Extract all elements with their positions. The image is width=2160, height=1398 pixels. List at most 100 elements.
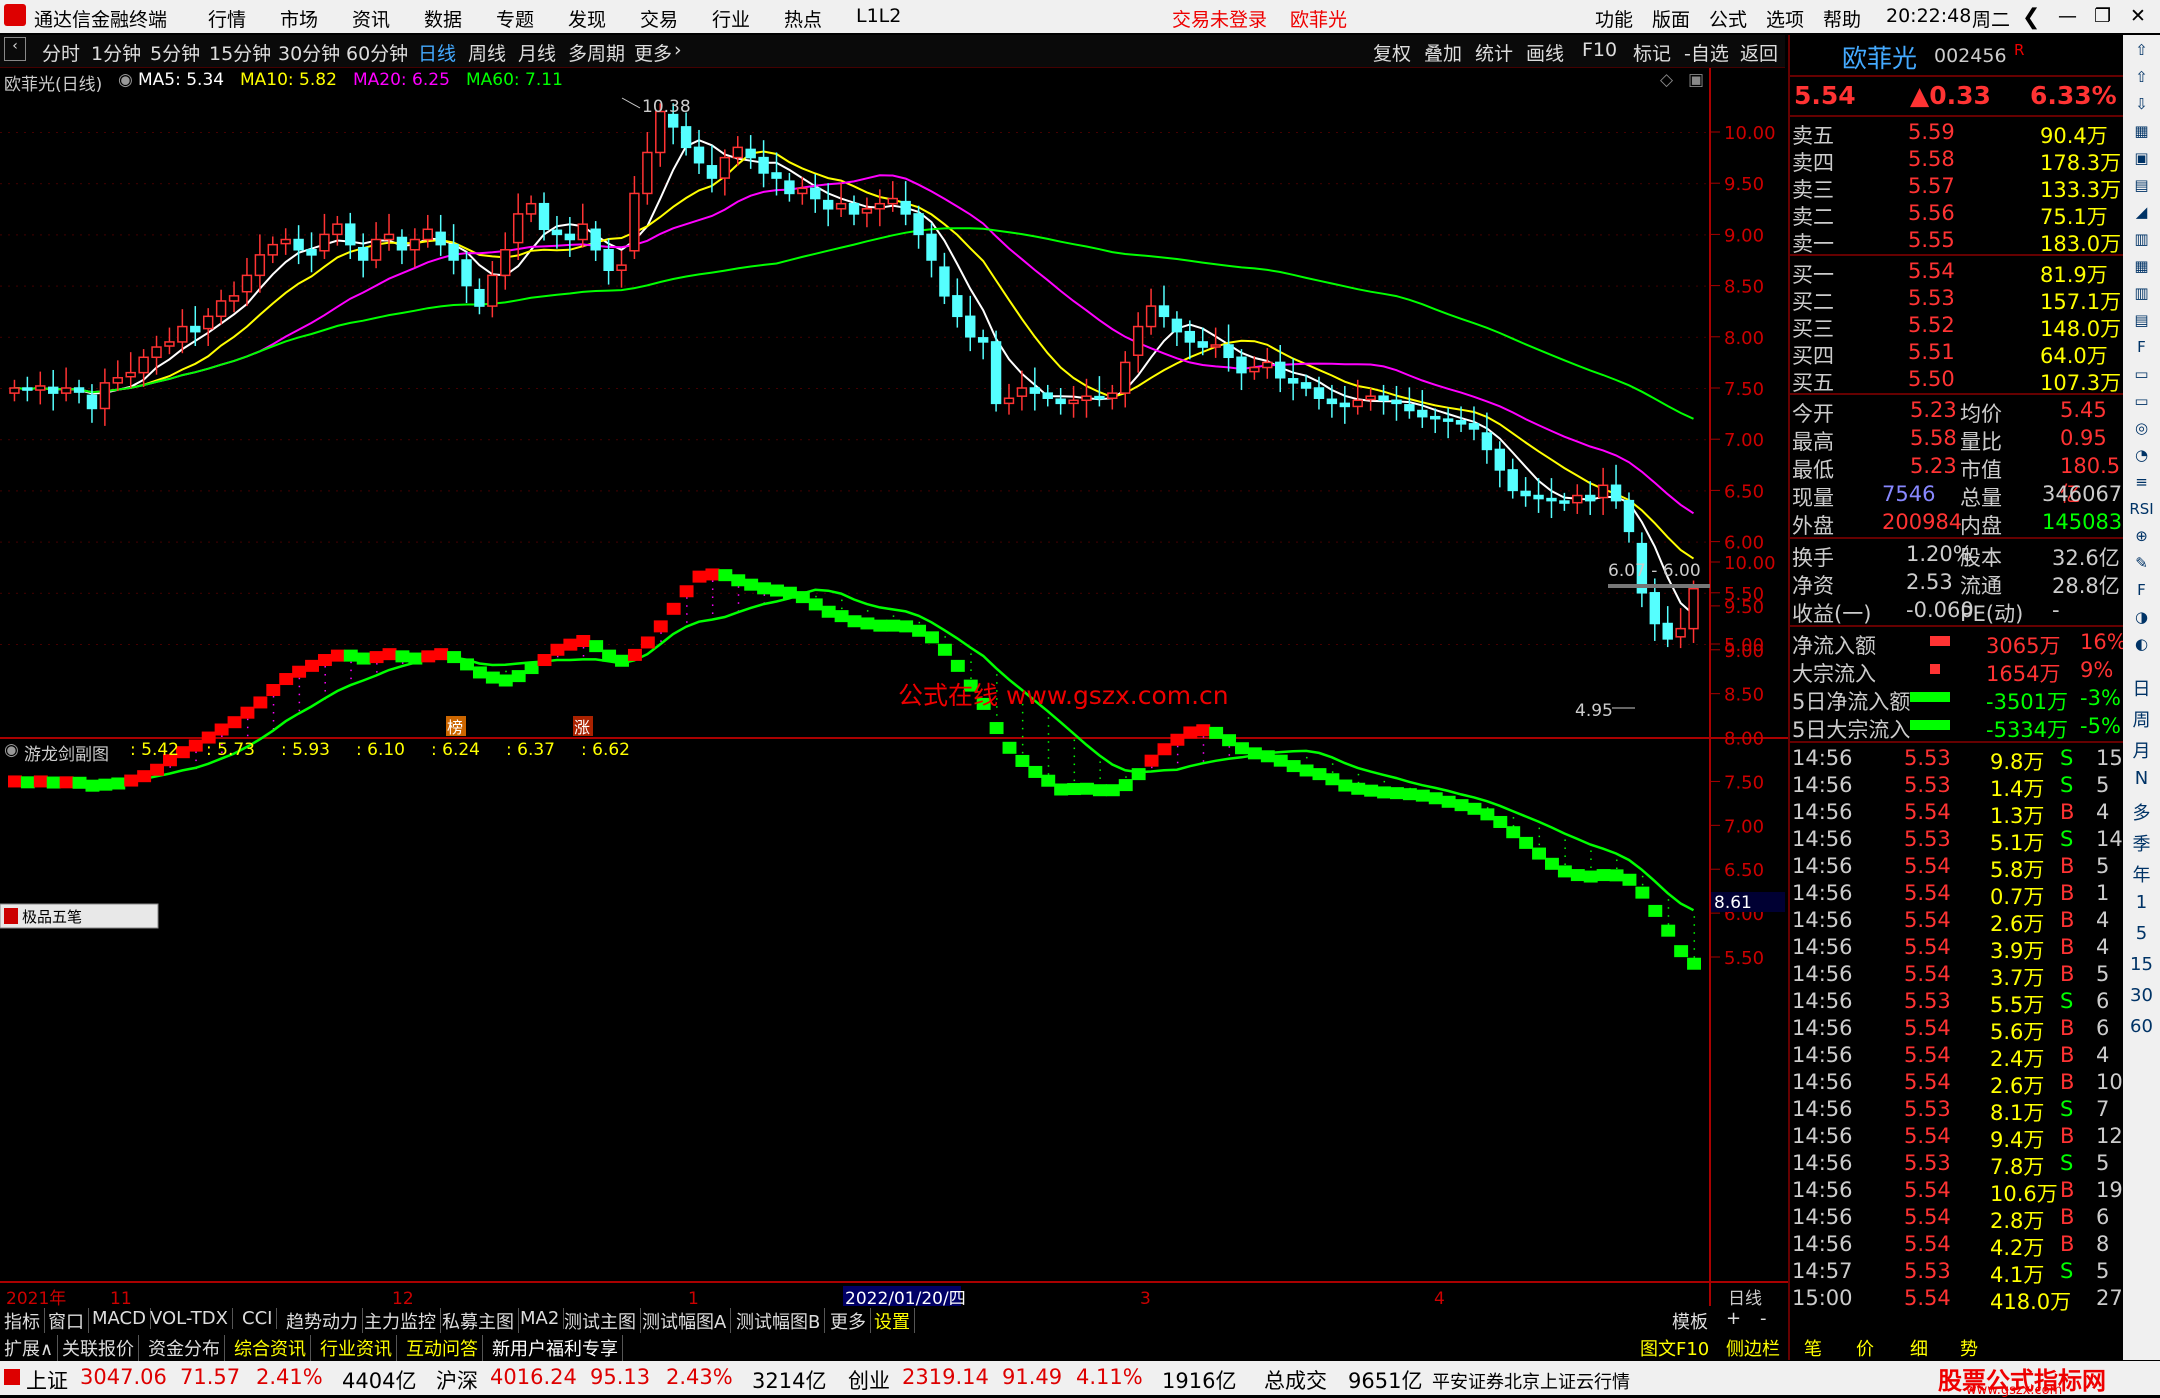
menu-xuanxiang[interactable]: 选项 <box>1766 5 1804 32</box>
sidebar-period[interactable]: 多 <box>2126 799 2157 827</box>
sh-label[interactable]: 上证 <box>26 1365 68 1395</box>
btn-fanhui[interactable]: 返回 <box>1740 39 1778 66</box>
menu-shuju[interactable]: 数据 <box>424 5 462 32</box>
sub-gear-icon[interactable]: ◉ <box>4 740 19 760</box>
sidebar-tool-icon[interactable]: ≡ <box>2126 473 2157 497</box>
indicator-tab[interactable]: 窗口 <box>44 1308 89 1334</box>
sidebar-period[interactable]: 15 <box>2126 954 2157 982</box>
menu-gongneng[interactable]: 功能 <box>1595 5 1633 32</box>
sidebar-period[interactable]: 月 <box>2126 737 2157 765</box>
extension-tab[interactable]: 新用户福利专享 <box>488 1335 623 1361</box>
indicator-tab[interactable]: MA2 <box>516 1308 565 1329</box>
sidebar-tool-icon[interactable]: ⇧ <box>2126 41 2157 65</box>
period-5min[interactable]: 5分钟 <box>150 39 200 66</box>
indicator-tab[interactable]: 主力监控 <box>360 1308 441 1334</box>
extension-tab[interactable]: 综合资讯 <box>230 1335 311 1361</box>
gear-icon[interactable]: ◉ <box>118 70 133 90</box>
sidebar-tool-icon[interactable]: ▥ <box>2126 284 2157 308</box>
period-fenshi[interactable]: 分时 <box>42 39 80 66</box>
restore-icon[interactable]: ❐ <box>2094 5 2111 27</box>
panel-tab[interactable]: 笔 <box>1800 1335 1826 1361</box>
sidebar-tool-icon[interactable]: ◔ <box>2126 446 2157 470</box>
sidebar-tool-icon[interactable]: ▣ <box>2126 149 2157 173</box>
btn-tongji[interactable]: 统计 <box>1475 39 1513 66</box>
btn-f10[interactable]: F10 <box>1582 39 1617 61</box>
menu-bangzhu[interactable]: 帮助 <box>1823 5 1861 32</box>
sidebar-tool-icon[interactable]: ▤ <box>2126 311 2157 335</box>
cy-label[interactable]: 创业 <box>848 1365 890 1395</box>
btn-huaxian[interactable]: 画线 <box>1526 39 1564 66</box>
period-60min[interactable]: 60分钟 <box>346 39 408 66</box>
diamond-icon[interactable]: ◇ <box>1660 70 1673 90</box>
menu-l1l2[interactable]: L1L2 <box>856 5 901 27</box>
sidebar-tool-icon[interactable]: ◢ <box>2126 203 2157 227</box>
period-15min[interactable]: 15分钟 <box>209 39 271 66</box>
extension-tab[interactable]: 关联报价 <box>58 1335 139 1361</box>
menu-gongshi[interactable]: 公式 <box>1709 5 1747 32</box>
indicator-tab[interactable]: 测试幅图A <box>638 1308 732 1334</box>
back-icon[interactable]: ❮ <box>2022 5 2040 30</box>
sidebar-tool-icon[interactable]: ▭ <box>2126 365 2157 389</box>
window-icon[interactable]: ▣ <box>1688 70 1704 90</box>
btn-biaoji[interactable]: 标记 <box>1633 39 1671 66</box>
minimize-icon[interactable]: — <box>2058 5 2077 27</box>
btn-diejia[interactable]: 叠加 <box>1424 39 1462 66</box>
sidebar-period[interactable]: 周 <box>2126 706 2157 734</box>
tag-zhang[interactable]: 涨 <box>574 718 590 737</box>
indicator-tab[interactable]: CCI <box>238 1308 278 1329</box>
indicator-tab[interactable]: 私募主图 <box>438 1308 519 1334</box>
close-icon[interactable]: ✕ <box>2130 5 2146 27</box>
menu-faxian[interactable]: 发现 <box>568 5 606 32</box>
indicator-tab[interactable]: 测试幅图B <box>732 1308 826 1334</box>
menu-zixun[interactable]: 资讯 <box>352 5 390 32</box>
sidebar-tool-icon[interactable]: F <box>2126 338 2157 362</box>
sidebar-tool-icon[interactable]: ▤ <box>2126 176 2157 200</box>
sidebar-tool-icon[interactable]: ◎ <box>2126 419 2157 443</box>
more-chevron-icon[interactable]: › <box>674 39 682 61</box>
menu-jiaoyi[interactable]: 交易 <box>640 5 678 32</box>
trade-status[interactable]: 交易未登录 <box>1172 5 1267 32</box>
sidebar-period[interactable]: 30 <box>2126 985 2157 1013</box>
sidebar-tool-icon[interactable]: ✎ <box>2126 554 2157 578</box>
panel-tab[interactable]: 价 <box>1852 1335 1878 1361</box>
menu-shichang[interactable]: 市场 <box>280 5 318 32</box>
period-multi[interactable]: 多周期 <box>568 39 625 66</box>
menu-banmian[interactable]: 版面 <box>1652 5 1690 32</box>
btn-fuquan[interactable]: 复权 <box>1373 39 1411 66</box>
sidebar-tool-icon[interactable]: F <box>2126 581 2157 605</box>
indicator-tab[interactable]: 更多 <box>826 1308 871 1334</box>
template-tab[interactable]: 模板 <box>1668 1308 1712 1334</box>
sidebar-period[interactable]: 日 <box>2126 675 2157 703</box>
period-month[interactable]: 月线 <box>518 39 556 66</box>
period-week[interactable]: 周线 <box>468 39 506 66</box>
extension-tab[interactable]: 扩展∧ <box>0 1335 59 1361</box>
sidebar-tool-icon[interactable]: ⇩ <box>2126 95 2157 119</box>
panel-tab[interactable]: 细 <box>1906 1335 1932 1361</box>
menu-zhuanti[interactable]: 专题 <box>496 5 534 32</box>
panel-tab[interactable]: 势 <box>1956 1335 1982 1361</box>
tag-bang[interactable]: 榜 <box>447 718 463 737</box>
indicator-tab[interactable]: 测试主图 <box>560 1308 641 1334</box>
sidebar-tool-icon[interactable]: ▦ <box>2126 122 2157 146</box>
sidebar-tool-icon[interactable]: ▥ <box>2126 230 2157 254</box>
sidebar-period[interactable]: 1 <box>2126 892 2157 920</box>
sidebar-period[interactable]: 季 <box>2126 830 2157 858</box>
sidebar-tool-icon[interactable]: ◑ <box>2126 608 2157 632</box>
indicator-tab[interactable]: VOL-TDX <box>146 1308 233 1329</box>
period-1min[interactable]: 1分钟 <box>91 39 141 66</box>
indicator-tab[interactable]: 设置 <box>870 1308 915 1334</box>
btn-zixuan[interactable]: -自选 <box>1684 39 1729 66</box>
sz-label[interactable]: 沪深 <box>436 1365 478 1395</box>
period-30min[interactable]: 30分钟 <box>278 39 340 66</box>
ime-toolbar[interactable]: 极品五笔 <box>0 903 159 929</box>
sidebar-tool-icon[interactable]: ▦ <box>2126 257 2157 281</box>
sidebar-period[interactable]: 5 <box>2126 923 2157 951</box>
panel-tab[interactable]: 图文F10 <box>1636 1335 1713 1361</box>
sidebar-tool-icon[interactable]: ⇧ <box>2126 68 2157 92</box>
add-tab[interactable]: + <box>1722 1308 1745 1329</box>
sidebar-tool-icon[interactable]: ◐ <box>2126 635 2157 659</box>
kline-chart[interactable]: 10.00 9.50 9.00 8.50 8.00 7.50 7.00 6.50 6.00 5.5… <box>0 68 1788 1306</box>
remove-tab[interactable]: - <box>1756 1308 1771 1329</box>
period-day[interactable]: 日线 <box>418 39 456 66</box>
indicator-tab[interactable]: 趋势动力 <box>282 1308 363 1334</box>
